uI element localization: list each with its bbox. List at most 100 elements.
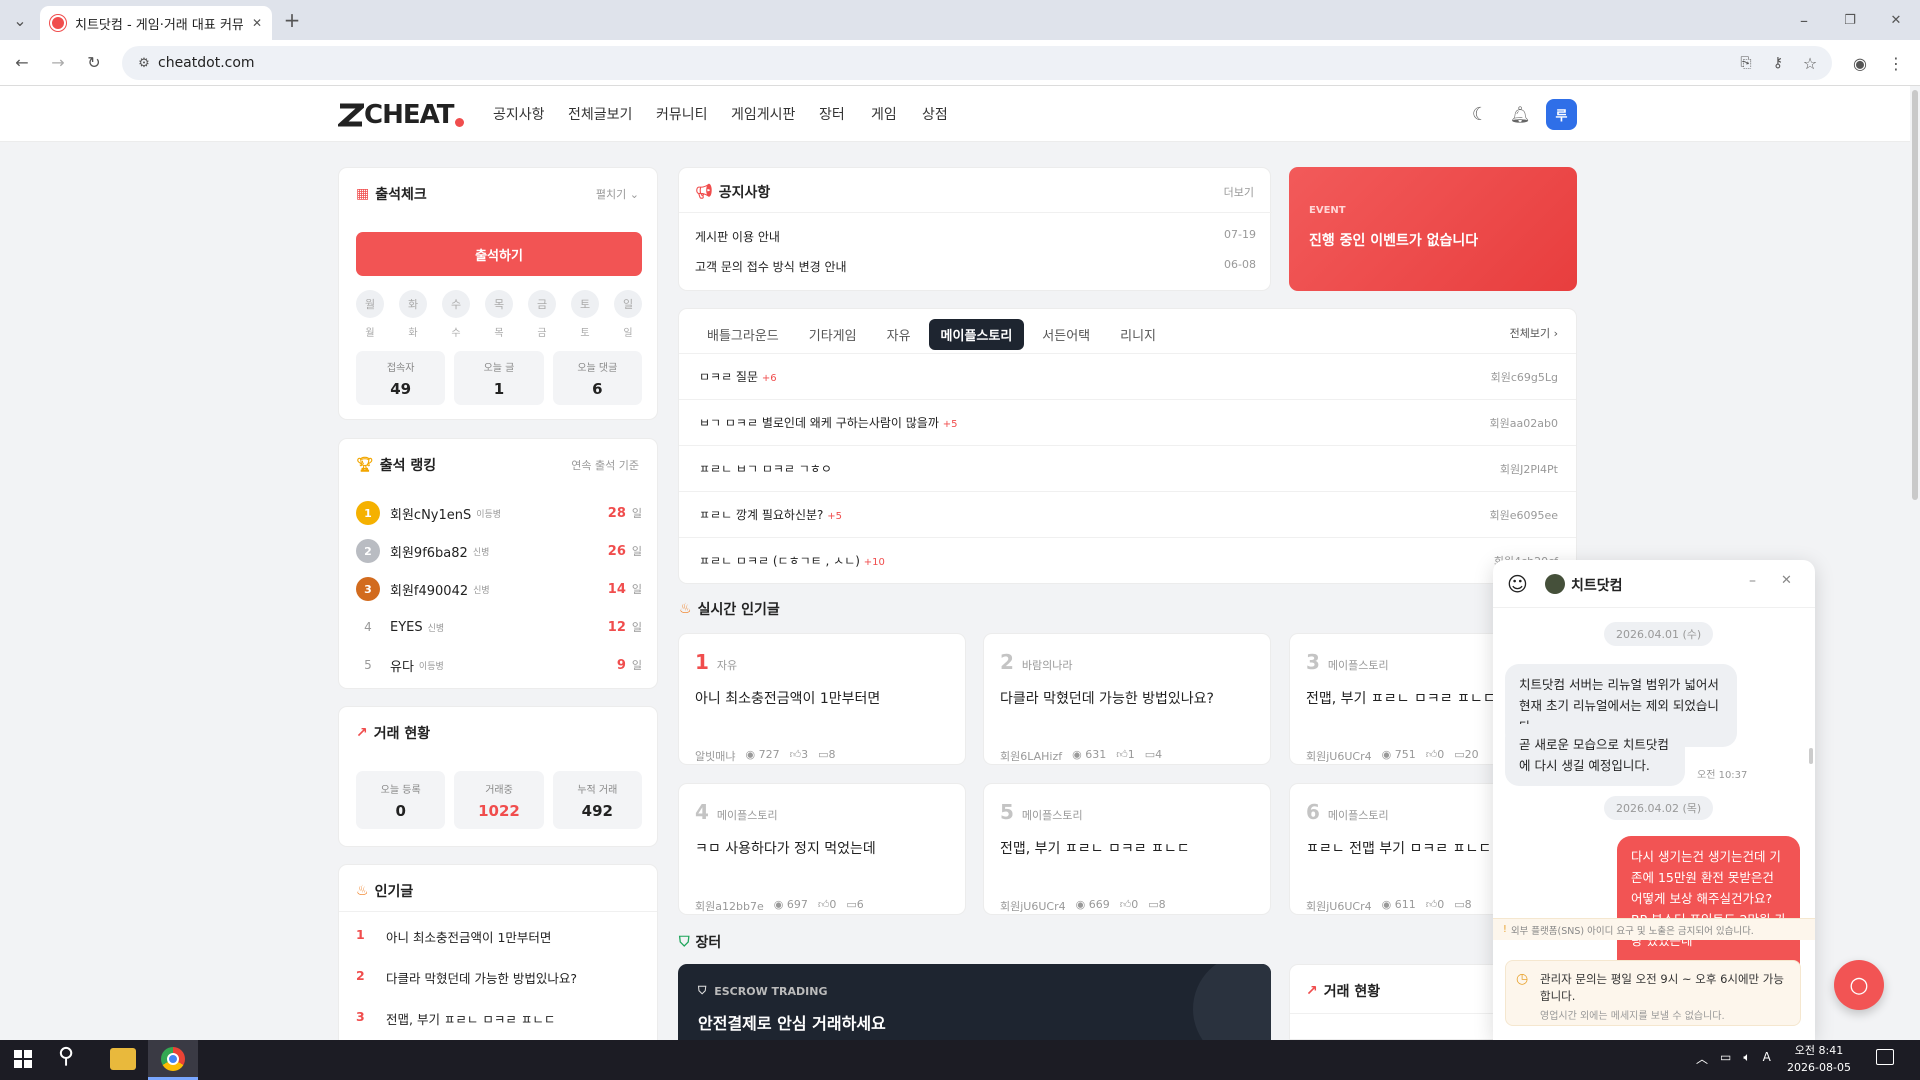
logo-text: CHEAT bbox=[364, 100, 454, 130]
reload-icon[interactable]: ↻ bbox=[80, 48, 108, 76]
dark-mode-icon[interactable]: ☾ bbox=[1466, 100, 1494, 128]
notice-more-link[interactable]: 더보기 bbox=[1224, 184, 1254, 200]
windows-start-icon[interactable] bbox=[14, 1050, 32, 1068]
taskbar-chrome-button[interactable] bbox=[148, 1040, 198, 1080]
profile-icon[interactable]: ◉ bbox=[1846, 49, 1874, 77]
nav-notice[interactable]: 공지사항 bbox=[493, 86, 545, 142]
ranking-title: 출석 랭킹 bbox=[379, 458, 437, 474]
board-post-row[interactable]: ㅍㄹㄴ 깡계 필요하신분? +5 회원e6095ee bbox=[679, 491, 1576, 537]
close-window-button[interactable]: ✕ bbox=[1882, 6, 1910, 34]
board-post-row[interactable]: ㅍㄹㄴ ㅁㅋㄹ (ㄷㅎㄱㅌ , ㅅㄴ) +10회원4ch20cf bbox=[679, 537, 1576, 583]
view-all-link[interactable]: 전체보기 › bbox=[1510, 325, 1558, 341]
chat-scrollbar[interactable] bbox=[1809, 748, 1813, 764]
megaphone-icon: 📢︎ bbox=[695, 184, 713, 200]
ranking-row[interactable]: 4 EYES 신병 12 일 bbox=[356, 608, 642, 646]
board-tabs: 배틀그라운드 기타게임 자유 메이플스토리 서든어택 리니지 bbox=[695, 317, 1168, 351]
bookmark-star-icon[interactable]: ☆ bbox=[1796, 49, 1824, 77]
tab-free[interactable]: 자유 bbox=[875, 319, 923, 350]
realtime-post-card[interactable]: 4 메이플스토리 ㅋㅁ 사용하다가 정지 먹었는데 회원a12bb7e ◉ 697 👍… bbox=[678, 783, 966, 915]
realtime-post-card[interactable]: 6 메이플스토리 ㅍㄹㄴ 전맵 부기 ㅁㅋㄹ ㅍㄴㄷ 회원jU6UCr4 ◉ 611… bbox=[1289, 783, 1499, 915]
nav-all-posts[interactable]: 전체글보기 bbox=[568, 86, 632, 142]
tab-lineage[interactable]: 리니지 bbox=[1108, 319, 1168, 350]
day-circle: 일 bbox=[614, 290, 642, 318]
new-tab-button[interactable]: + bbox=[278, 6, 306, 34]
realtime-post-card[interactable]: 1 자유 아니 최소충전금액이 1만부터면 알빗매냐 ◉ 727 👍︎3 ▭8 bbox=[678, 633, 966, 765]
site-info-icon[interactable]: ⚙ bbox=[130, 49, 158, 77]
clock-time: 오전 8:41 bbox=[1794, 1044, 1844, 1057]
url-bar[interactable]: cheatdot.com bbox=[122, 46, 1832, 80]
realtime-post-card[interactable]: 3 메이플스토리 전맵, 부기 ㅍㄹㄴ ㅁㅋㄹ ㅍㄴㄷ 회원jU6UCr4 ◉ 75… bbox=[1289, 633, 1499, 765]
escrow-text: 안전결제로 안심 거래하세요 bbox=[698, 1014, 886, 1033]
back-icon[interactable]: ← bbox=[8, 48, 36, 76]
day-circle: 월 bbox=[356, 290, 384, 318]
check-in-button[interactable]: 출석하기 bbox=[356, 232, 642, 276]
day-label: 월 bbox=[365, 328, 375, 339]
chat-minimize-button[interactable]: – bbox=[1749, 573, 1756, 589]
popular-title: 인기글 bbox=[374, 884, 414, 900]
event-banner[interactable]: EVENT 진행 중인 이벤트가 없습니다 bbox=[1289, 167, 1577, 291]
attendance-title: 출석체크 bbox=[375, 187, 427, 203]
attendance-expand-toggle[interactable]: 펼치기 ⌄ bbox=[596, 186, 639, 202]
board-post-row[interactable]: ㅍㄹㄴ ㅂㄱ ㅁㅋㄹ ㄱㅎㅇ 회원J2Pl4Pt bbox=[679, 445, 1576, 491]
search-icon[interactable]: ⚲ bbox=[58, 1044, 74, 1069]
tab-maplestory[interactable]: 메이플스토리 bbox=[928, 318, 1025, 350]
user-avatar[interactable]: 루 bbox=[1546, 99, 1577, 130]
browser-menu-icon[interactable]: ⋮ bbox=[1882, 49, 1910, 77]
realtime-post-card[interactable]: 5 메이플스토리 전맵, 부기 ㅍㄹㄴ ㅁㅋㄹ ㅍㄴㄷ 회원jU6UCr4 ◉ 66… bbox=[983, 783, 1271, 915]
nav-market[interactable]: 장터 bbox=[819, 86, 845, 142]
restore-window-button[interactable]: ❐ bbox=[1836, 6, 1864, 34]
nav-community[interactable]: 커뮤니티 bbox=[656, 86, 708, 142]
ranking-row[interactable]: 2 회원9f6ba82 신병 26 일 bbox=[356, 532, 642, 570]
ranking-row[interactable]: 5 유다 이등병 9일 bbox=[356, 646, 642, 684]
system-tray[interactable]: ︿ ▭ 🔈︎ A bbox=[1696, 1050, 1771, 1067]
ranking-row[interactable]: 1 회원cNy1enS 이등병 28 일 bbox=[356, 494, 642, 532]
tab-battleground[interactable]: 배틀그라운드 bbox=[695, 319, 791, 350]
game-board-card: 배틀그라운드 기타게임 자유 메이플스토리 서든어택 리니지 전체보기 › ㅁㅋ… bbox=[678, 308, 1577, 584]
popular-item[interactable]: 2 다클라 막혔던데 가능한 방법있나요? bbox=[356, 968, 642, 1009]
forward-icon[interactable]: → bbox=[44, 48, 72, 76]
ranking-row[interactable]: 3 회원f490042 신병 14 일 bbox=[356, 570, 642, 608]
like-icon: 👍︎0 bbox=[1119, 898, 1139, 911]
logo-mark-icon bbox=[338, 103, 364, 127]
escrow-banner[interactable]: ⛉ ESCROW TRADING 안전결제로 안심 거래하세요 bbox=[678, 964, 1271, 1040]
shield-icon: ⛉ bbox=[698, 984, 707, 997]
network-icon: ▭ bbox=[1720, 1050, 1732, 1064]
minimize-window-button[interactable]: – bbox=[1790, 6, 1818, 34]
comment-icon: ▭8 bbox=[818, 748, 836, 761]
board-post-row[interactable]: ㅁㅋㄹ 질문 +6 회원c69g5Lg bbox=[679, 353, 1576, 399]
tab-list-icon[interactable]: ⌄ bbox=[6, 6, 34, 34]
tab-close-icon[interactable]: ✕ bbox=[252, 16, 262, 30]
file-explorer-icon[interactable] bbox=[110, 1048, 136, 1070]
tab-sudden-attack[interactable]: 서든어택 bbox=[1030, 319, 1102, 350]
calendar-icon: ▦ bbox=[356, 186, 370, 202]
install-app-icon[interactable]: ⎘ bbox=[1732, 49, 1760, 77]
tab-other-games[interactable]: 기타게임 bbox=[797, 319, 869, 350]
chat-widget: ☺ 치트닷컴 – ✕ 2026.04.01 (수) 치트닷컴 서버는 리뉴얼 범… bbox=[1493, 560, 1815, 1040]
market-trade-title: 거래 현황 bbox=[1323, 984, 1381, 1000]
notice-item[interactable]: 게시판 이용 안내 07-19 bbox=[695, 228, 1256, 245]
day-label: 화 bbox=[408, 328, 418, 339]
weekday-circles: 월월 화화 수수 목목 금금 토토 일일 bbox=[356, 290, 642, 339]
popular-item[interactable]: 3 전맵, 부기 ㅍㄹㄴ ㅁㅋㄹ ㅍㄴㄷ bbox=[356, 1009, 642, 1040]
chat-close-button[interactable]: ✕ bbox=[1781, 573, 1792, 588]
chat-warning-bar: ! 외부 플랫폼(SNS) 아이디 요구 및 노출은 금지되어 있습니다. bbox=[1493, 918, 1815, 940]
chat-launcher-button[interactable]: ○ bbox=[1834, 960, 1884, 1010]
day-circle: 수 bbox=[442, 290, 470, 318]
nav-game[interactable]: 게임 bbox=[871, 86, 897, 142]
board-post-row[interactable]: ㅂㄱ ㅁㅋㄹ 별로인데 왜케 구하는사람이 많을까 +5 회원aa02ab0 bbox=[679, 399, 1576, 445]
realtime-post-card[interactable]: 2 바람의나라 다클라 막혔던데 가능한 방법있나요? 회원6LAHizf ◉ 63… bbox=[983, 633, 1271, 765]
popular-item[interactable]: 1 아니 최소충전금액이 1만부터면 bbox=[356, 927, 642, 968]
browser-tab[interactable]: 치트닷컴 - 게임·거래 대표 커뮤 ✕ bbox=[40, 6, 272, 40]
password-key-icon[interactable]: ⚷ bbox=[1764, 49, 1792, 77]
page-scrollbar[interactable] bbox=[1910, 86, 1920, 1040]
notification-bell-icon[interactable]: 🔔︎ bbox=[1506, 100, 1534, 128]
day-label: 금 bbox=[537, 328, 547, 339]
site-logo[interactable]: CHEAT bbox=[338, 100, 465, 130]
attendance-ranking-card: 🏆︎ 출석 랭킹 연속 출석 기준 1 회원cNy1enS 이등병 28 일 2 회… bbox=[338, 438, 658, 689]
nav-shop[interactable]: 상점 bbox=[922, 86, 948, 142]
nav-game-board[interactable]: 게임게시판 bbox=[731, 86, 795, 142]
chat-bubble-icon: ○ bbox=[1849, 972, 1869, 998]
taskbar-clock[interactable]: 오전 8:41 2026-08-05 bbox=[1780, 1042, 1858, 1076]
notice-item[interactable]: 고객 문의 접수 방식 변경 안내 06-08 bbox=[695, 258, 1256, 275]
notification-center-icon[interactable] bbox=[1876, 1049, 1894, 1065]
